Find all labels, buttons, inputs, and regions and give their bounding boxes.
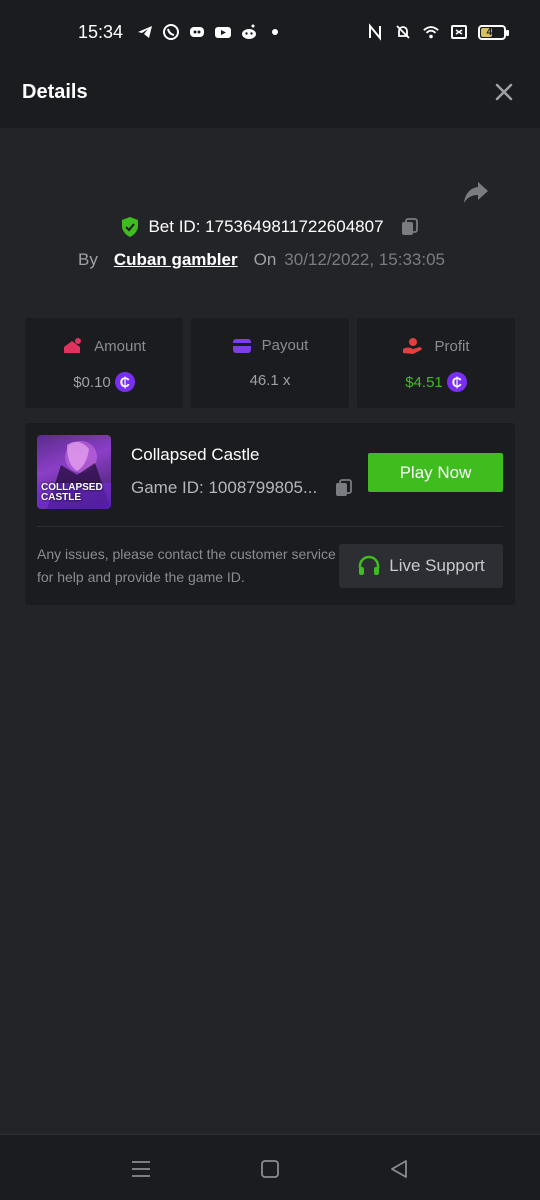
battery-level: 46 — [486, 26, 498, 38]
profit-card: Profit $4.51 ₵ — [357, 318, 515, 408]
by-label: By — [78, 250, 98, 269]
share-button[interactable] — [462, 178, 490, 206]
divider — [37, 526, 503, 527]
live-support-label: Live Support — [389, 556, 485, 575]
bell-off-icon — [394, 23, 412, 41]
close-button[interactable] — [492, 80, 516, 104]
status-bar: 15:34 46 — [0, 0, 540, 56]
on-label: On — [253, 250, 277, 269]
nfc-icon — [366, 23, 384, 41]
profit-icon — [403, 338, 423, 354]
telegram-icon — [136, 23, 154, 41]
close-icon — [495, 83, 513, 101]
username-link[interactable]: Cuban gambler — [114, 250, 238, 270]
profit-label: Profit — [434, 337, 470, 355]
bet-id-row: Bet ID: 1753649811722604807 — [0, 216, 540, 238]
bet-datetime: 30/12/2022, 15:33:05 — [284, 250, 445, 269]
youtube-icon — [214, 23, 232, 41]
amount-value: $0.10 — [73, 373, 111, 391]
headset-icon — [359, 555, 380, 575]
payout-value: 46.1 x — [249, 372, 291, 389]
game-thumbnail[interactable]: COLLAPSED CASTLE — [37, 435, 111, 509]
dot-icon — [266, 23, 284, 41]
payout-icon — [232, 338, 251, 353]
home-button[interactable] — [258, 1157, 282, 1181]
profit-value: $4.51 — [405, 373, 443, 391]
play-now-button[interactable]: Play Now — [368, 453, 503, 492]
copy-icon[interactable] — [400, 217, 420, 237]
status-time: 15:34 — [78, 22, 124, 42]
back-icon — [391, 1160, 407, 1178]
wifi-icon — [422, 23, 440, 41]
game-card: COLLAPSED CASTLE Collapsed Castle Game I… — [25, 423, 515, 605]
home-icon — [261, 1160, 279, 1178]
shield-check-icon — [122, 217, 139, 237]
battery-icon: 46 — [478, 24, 509, 40]
coin-icon: ₵ — [114, 372, 135, 392]
discord-icon — [188, 23, 206, 41]
page-title: Details — [22, 81, 88, 103]
copy-icon[interactable] — [334, 478, 354, 498]
reddit-icon — [240, 23, 258, 41]
bet-id: Bet ID: 1753649811722604807 — [148, 217, 384, 236]
live-support-button[interactable]: Live Support — [339, 544, 503, 588]
bet-meta-row: By Cuban gambler On 30/12/2022, 15:33:05 — [78, 250, 445, 270]
menu-icon — [132, 1161, 150, 1177]
share-icon — [464, 182, 488, 203]
game-name: Collapsed Castle — [131, 445, 260, 464]
notification-icons — [136, 23, 284, 41]
coin-icon: ₵ — [446, 372, 467, 392]
game-id: Game ID: 1008799805... — [131, 478, 318, 497]
system-nav-bar — [0, 1134, 540, 1200]
amount-label: Amount — [94, 337, 146, 355]
recents-button[interactable] — [129, 1157, 153, 1181]
whatsapp-icon — [162, 23, 180, 41]
thumb-title-line2: CASTLE — [41, 492, 81, 503]
amount-icon — [64, 338, 82, 353]
system-icons: 46 — [366, 23, 509, 41]
amount-card: Amount $0.10 ₵ — [25, 318, 183, 408]
payout-label: Payout — [261, 337, 309, 354]
payout-card: Payout 46.1 x — [191, 318, 349, 408]
details-header: Details — [0, 56, 540, 128]
screen-icon — [450, 23, 468, 41]
back-button[interactable] — [387, 1157, 411, 1181]
support-message: Any issues, please contact the customer … — [37, 546, 336, 585]
